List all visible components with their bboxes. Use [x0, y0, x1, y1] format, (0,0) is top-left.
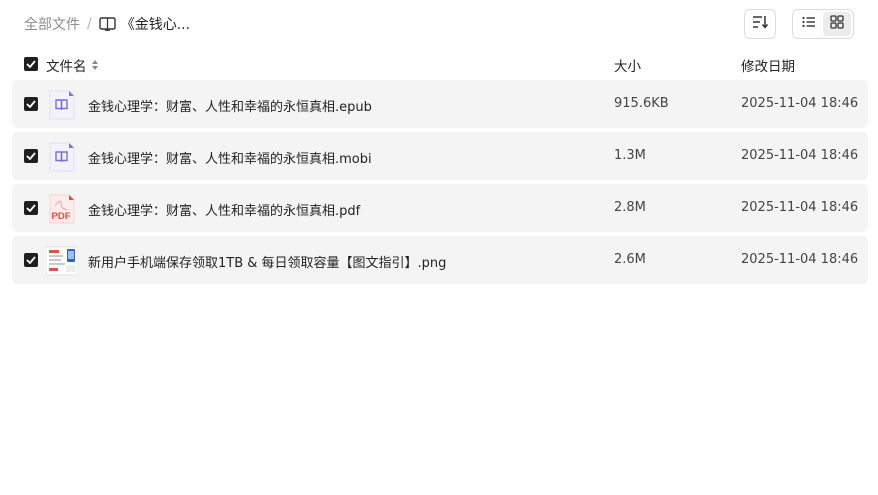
row-checkbox[interactable]	[24, 201, 38, 215]
sort-lines-icon	[752, 15, 769, 33]
list-view-icon	[802, 16, 816, 32]
grid-view-button[interactable]	[823, 12, 851, 36]
select-all-checkbox[interactable]	[24, 57, 38, 71]
row-checkbox[interactable]	[24, 97, 38, 111]
file-size: 915.6KB	[614, 96, 669, 111]
row-checkbox[interactable]	[24, 149, 38, 163]
column-header-name-label: 文件名	[46, 59, 87, 75]
table-row[interactable]: 金钱心理学：财富、人性和幸福的永恒真相.epub 915.6KB 2025-11…	[12, 80, 868, 128]
file-name[interactable]: 金钱心理学：财富、人性和幸福的永恒真相.epub	[88, 96, 372, 115]
breadcrumb-separator: /	[87, 16, 92, 32]
list-view-button[interactable]	[795, 12, 823, 36]
file-name[interactable]: 新用户手机端保存领取1TB & 每日领取容量【图文指引】.png	[88, 252, 446, 271]
table-row[interactable]: PDF 金钱心理学：财富、人性和幸福的永恒真相.pdf 2.8M 2025-11…	[12, 184, 868, 232]
file-size: 2.8M	[614, 200, 646, 215]
table-header: 文件名 大小 修改日期	[12, 50, 868, 78]
breadcrumb-root-link[interactable]: 全部文件	[24, 14, 80, 34]
ebook-file-icon	[48, 142, 75, 172]
image-thumbnail	[45, 246, 79, 276]
column-header-size[interactable]: 大小	[614, 55, 641, 75]
row-checkbox[interactable]	[24, 253, 38, 267]
svg-text:PDF: PDF	[52, 211, 71, 222]
pdf-file-icon: PDF	[48, 194, 75, 224]
column-header-name[interactable]: 文件名	[46, 55, 99, 75]
file-date: 2025-11-04 18:46	[741, 96, 859, 111]
column-header-date[interactable]: 修改日期	[741, 55, 795, 75]
book-icon	[99, 17, 116, 31]
file-date: 2025-11-04 18:46	[741, 200, 859, 215]
file-name[interactable]: 金钱心理学：财富、人性和幸福的永恒真相.mobi	[88, 148, 372, 167]
table-row[interactable]: 金钱心理学：财富、人性和幸福的永恒真相.mobi 1.3M 2025-11-04…	[12, 132, 868, 180]
sort-button[interactable]	[744, 9, 776, 39]
file-size: 1.3M	[614, 148, 646, 163]
file-date: 2025-11-04 18:46	[741, 148, 859, 163]
sort-caret-icon	[91, 59, 99, 71]
file-date: 2025-11-04 18:46	[741, 252, 859, 267]
breadcrumb: 全部文件 / 《金钱心...	[24, 14, 190, 34]
ebook-file-icon	[48, 90, 75, 120]
table-row[interactable]: 新用户手机端保存领取1TB & 每日领取容量【图文指引】.png 2.6M 20…	[12, 236, 868, 284]
view-switch	[792, 9, 854, 39]
file-size: 2.6M	[614, 252, 646, 267]
grid-view-icon	[830, 15, 844, 33]
breadcrumb-current: 《金钱心...	[120, 17, 191, 33]
top-bar: 全部文件 / 《金钱心...	[0, 0, 878, 48]
file-name[interactable]: 金钱心理学：财富、人性和幸福的永恒真相.pdf	[88, 200, 360, 219]
